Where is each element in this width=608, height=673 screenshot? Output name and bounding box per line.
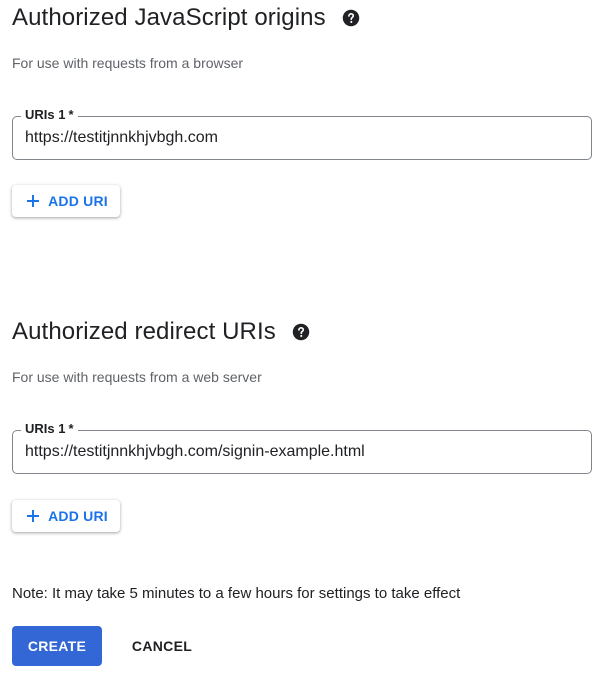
redirect-uri-label-text: URIs 1	[25, 421, 66, 436]
redirect-uris-section: Authorized redirect URIs	[12, 314, 592, 350]
create-button[interactable]: CREATE	[12, 626, 102, 666]
js-origin-uri-label: URIs 1 *	[21, 107, 78, 123]
redirect-uri-label: URIs 1 *	[21, 421, 78, 437]
settings-note: Note: It may take 5 minutes to a few hou…	[12, 585, 461, 602]
js-origins-add-uri-button[interactable]: ADD URI	[12, 185, 120, 217]
redirect-uris-description: For use with requests from a web server	[12, 369, 262, 385]
js-origins-title: Authorized JavaScript origins	[12, 4, 326, 31]
required-marker: *	[68, 421, 74, 436]
redirect-uris-add-uri-button[interactable]: ADD URI	[12, 500, 120, 532]
redirect-uri-field[interactable]: URIs 1 *	[12, 421, 592, 474]
js-origins-section: Authorized JavaScript origins	[12, 0, 592, 36]
help-circle-icon[interactable]	[342, 9, 360, 27]
js-origins-description: For use with requests from a browser	[12, 55, 244, 71]
js-origin-uri-label-text: URIs 1	[25, 107, 66, 122]
plus-icon	[24, 507, 42, 525]
help-circle-icon[interactable]	[292, 323, 310, 341]
js-origins-header: Authorized JavaScript origins	[12, 0, 592, 36]
add-uri-label: ADD URI	[48, 508, 108, 524]
plus-icon	[24, 192, 42, 210]
redirect-uri-input[interactable]	[25, 440, 575, 464]
required-marker: *	[68, 107, 74, 122]
redirect-uris-header: Authorized redirect URIs	[12, 314, 592, 350]
add-uri-label: ADD URI	[48, 193, 108, 209]
js-origin-uri-input[interactable]	[25, 126, 575, 150]
redirect-uris-title: Authorized redirect URIs	[12, 318, 276, 345]
cancel-button[interactable]: CANCEL	[118, 626, 206, 666]
js-origin-uri-field[interactable]: URIs 1 *	[12, 107, 592, 160]
